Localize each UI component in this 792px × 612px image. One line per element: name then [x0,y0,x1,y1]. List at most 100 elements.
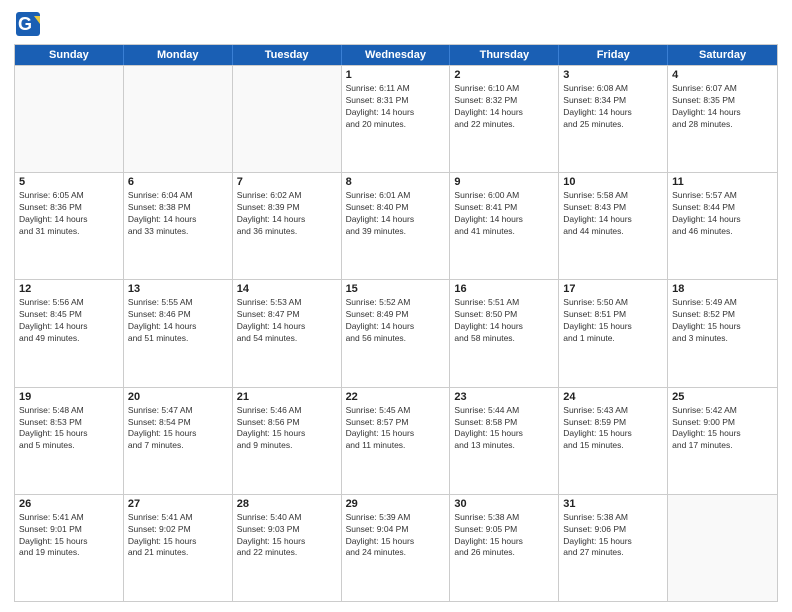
day-number: 11 [672,176,773,188]
day-info: Sunrise: 5:47 AM Sunset: 8:54 PM Dayligh… [128,405,228,453]
day-cell-31: 31 Sunrise: 5:38 AM Sunset: 9:06 PM Dayli… [559,495,668,601]
day-cell-14: 14 Sunrise: 5:53 AM Sunset: 8:47 PM Dayli… [233,280,342,386]
day-info: Sunrise: 5:46 AM Sunset: 8:56 PM Dayligh… [237,405,337,453]
day-cell-27: 27 Sunrise: 5:41 AM Sunset: 9:02 PM Dayli… [124,495,233,601]
svg-text:G: G [18,14,32,34]
day-number: 24 [563,391,663,403]
week-row-1: 1 Sunrise: 6:11 AM Sunset: 8:31 PM Daylig… [15,65,777,172]
day-info: Sunrise: 5:52 AM Sunset: 8:49 PM Dayligh… [346,297,446,345]
week-row-5: 26 Sunrise: 5:41 AM Sunset: 9:01 PM Dayli… [15,494,777,601]
day-cell-15: 15 Sunrise: 5:52 AM Sunset: 8:49 PM Dayli… [342,280,451,386]
day-number: 27 [128,498,228,510]
week-row-2: 5 Sunrise: 6:05 AM Sunset: 8:36 PM Daylig… [15,172,777,279]
day-info: Sunrise: 5:41 AM Sunset: 9:01 PM Dayligh… [19,512,119,560]
day-number: 15 [346,283,446,295]
day-info: Sunrise: 5:42 AM Sunset: 9:00 PM Dayligh… [672,405,773,453]
day-cell-2: 2 Sunrise: 6:10 AM Sunset: 8:32 PM Daylig… [450,66,559,172]
day-cell-23: 23 Sunrise: 5:44 AM Sunset: 8:58 PM Dayli… [450,388,559,494]
day-cell-29: 29Sunrise: 5:39 AM Sunset: 9:04 PM Dayli… [342,495,451,601]
calendar: SundayMondayTuesdayWednesdayThursdayFrid… [14,44,778,602]
day-info: Sunrise: 5:38 AM Sunset: 9:05 PM Dayligh… [454,512,554,560]
day-cell-18: 18Sunrise: 5:49 AM Sunset: 8:52 PM Dayli… [668,280,777,386]
day-cell-30: 30 Sunrise: 5:38 AM Sunset: 9:05 PM Dayli… [450,495,559,601]
day-info: Sunrise: 6:10 AM Sunset: 8:32 PM Dayligh… [454,83,554,131]
day-number: 17 [563,283,663,295]
day-info: Sunrise: 5:44 AM Sunset: 8:58 PM Dayligh… [454,405,554,453]
day-info: Sunrise: 5:45 AM Sunset: 8:57 PM Dayligh… [346,405,446,453]
header-day-tuesday: Tuesday [233,45,342,65]
header-day-sunday: Sunday [15,45,124,65]
day-info: Sunrise: 6:07 AM Sunset: 8:35 PM Dayligh… [672,83,773,131]
page: G SundayMondayTuesdayWednesdayThursdayFr… [0,0,792,612]
day-number: 3 [563,69,663,81]
day-number: 31 [563,498,663,510]
day-cell-9: 9 Sunrise: 6:00 AM Sunset: 8:41 PM Daylig… [450,173,559,279]
empty-cell [15,66,124,172]
day-number: 28 [237,498,337,510]
day-number: 6 [128,176,228,188]
day-cell-8: 8 Sunrise: 6:01 AM Sunset: 8:40 PM Daylig… [342,173,451,279]
day-info: Sunrise: 6:11 AM Sunset: 8:31 PM Dayligh… [346,83,446,131]
day-cell-20: 20Sunrise: 5:47 AM Sunset: 8:54 PM Dayli… [124,388,233,494]
empty-cell [668,495,777,601]
day-info: Sunrise: 5:38 AM Sunset: 9:06 PM Dayligh… [563,512,663,560]
day-cell-11: 11 Sunrise: 5:57 AM Sunset: 8:44 PM Dayli… [668,173,777,279]
day-number: 2 [454,69,554,81]
day-number: 12 [19,283,119,295]
day-info: Sunrise: 5:49 AM Sunset: 8:52 PM Dayligh… [672,297,773,345]
day-number: 16 [454,283,554,295]
day-info: Sunrise: 6:00 AM Sunset: 8:41 PM Dayligh… [454,190,554,238]
day-cell-16: 16 Sunrise: 5:51 AM Sunset: 8:50 PM Dayli… [450,280,559,386]
header-day-thursday: Thursday [450,45,559,65]
day-number: 19 [19,391,119,403]
day-number: 14 [237,283,337,295]
day-number: 8 [346,176,446,188]
day-info: Sunrise: 6:08 AM Sunset: 8:34 PM Dayligh… [563,83,663,131]
day-number: 23 [454,391,554,403]
day-number: 7 [237,176,337,188]
day-cell-13: 13Sunrise: 5:55 AM Sunset: 8:46 PM Dayli… [124,280,233,386]
header-day-monday: Monday [124,45,233,65]
day-info: Sunrise: 6:02 AM Sunset: 8:39 PM Dayligh… [237,190,337,238]
day-cell-6: 6Sunrise: 6:04 AM Sunset: 8:38 PM Daylig… [124,173,233,279]
day-info: Sunrise: 6:01 AM Sunset: 8:40 PM Dayligh… [346,190,446,238]
day-cell-1: 1 Sunrise: 6:11 AM Sunset: 8:31 PM Daylig… [342,66,451,172]
day-cell-5: 5 Sunrise: 6:05 AM Sunset: 8:36 PM Daylig… [15,173,124,279]
day-info: Sunrise: 5:48 AM Sunset: 8:53 PM Dayligh… [19,405,119,453]
day-info: Sunrise: 5:51 AM Sunset: 8:50 PM Dayligh… [454,297,554,345]
day-number: 22 [346,391,446,403]
header-day-friday: Friday [559,45,668,65]
logo-icon: G [14,10,42,38]
day-number: 25 [672,391,773,403]
day-info: Sunrise: 6:05 AM Sunset: 8:36 PM Dayligh… [19,190,119,238]
day-info: Sunrise: 5:40 AM Sunset: 9:03 PM Dayligh… [237,512,337,560]
day-info: Sunrise: 5:58 AM Sunset: 8:43 PM Dayligh… [563,190,663,238]
calendar-header: SundayMondayTuesdayWednesdayThursdayFrid… [15,45,777,65]
day-info: Sunrise: 5:43 AM Sunset: 8:59 PM Dayligh… [563,405,663,453]
day-cell-26: 26 Sunrise: 5:41 AM Sunset: 9:01 PM Dayli… [15,495,124,601]
day-number: 4 [672,69,773,81]
day-number: 5 [19,176,119,188]
day-cell-17: 17Sunrise: 5:50 AM Sunset: 8:51 PM Dayli… [559,280,668,386]
header-day-saturday: Saturday [668,45,777,65]
day-info: Sunrise: 5:41 AM Sunset: 9:02 PM Dayligh… [128,512,228,560]
day-number: 1 [346,69,446,81]
logo: G [14,10,46,38]
day-cell-3: 3 Sunrise: 6:08 AM Sunset: 8:34 PM Daylig… [559,66,668,172]
header-day-wednesday: Wednesday [342,45,451,65]
day-info: Sunrise: 5:57 AM Sunset: 8:44 PM Dayligh… [672,190,773,238]
day-number: 13 [128,283,228,295]
day-cell-19: 19 Sunrise: 5:48 AM Sunset: 8:53 PM Dayli… [15,388,124,494]
day-cell-10: 10Sunrise: 5:58 AM Sunset: 8:43 PM Dayli… [559,173,668,279]
day-cell-12: 12 Sunrise: 5:56 AM Sunset: 8:45 PM Dayli… [15,280,124,386]
day-cell-25: 25 Sunrise: 5:42 AM Sunset: 9:00 PM Dayli… [668,388,777,494]
week-row-3: 12 Sunrise: 5:56 AM Sunset: 8:45 PM Dayli… [15,279,777,386]
day-number: 26 [19,498,119,510]
day-number: 9 [454,176,554,188]
day-number: 30 [454,498,554,510]
day-cell-7: 7 Sunrise: 6:02 AM Sunset: 8:39 PM Daylig… [233,173,342,279]
day-info: Sunrise: 5:53 AM Sunset: 8:47 PM Dayligh… [237,297,337,345]
day-info: Sunrise: 5:56 AM Sunset: 8:45 PM Dayligh… [19,297,119,345]
day-number: 21 [237,391,337,403]
day-cell-4: 4 Sunrise: 6:07 AM Sunset: 8:35 PM Daylig… [668,66,777,172]
